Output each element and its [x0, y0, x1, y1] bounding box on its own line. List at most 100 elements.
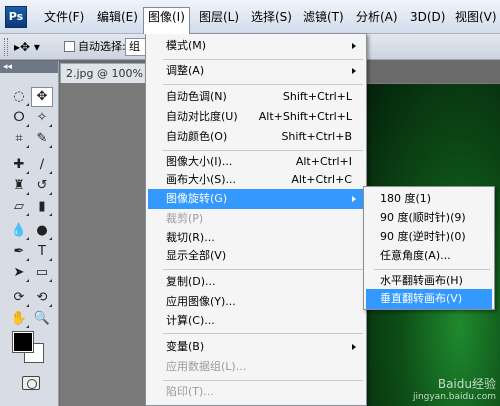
menu-item-apply-data-set-label: 应用数据组(L)...	[166, 360, 247, 373]
clone-stamp-tool-icon[interactable]: ♜	[8, 176, 30, 196]
gradient-tool-icon[interactable]: ▮	[31, 197, 53, 217]
menu-item-canvas-size[interactable]: 画布大小(S)... Alt+Ctrl+C	[148, 170, 364, 190]
menu-item-auto-contrast-label: 自动对比度(U)	[166, 110, 238, 123]
magic-wand-tool-icon[interactable]: ✧	[31, 108, 53, 128]
crop-tool-icon[interactable]: ⌗	[8, 129, 30, 149]
menu-filter[interactable]: 滤镜(T)	[299, 7, 348, 27]
submenu-arrow-icon	[352, 43, 356, 49]
dodge-tool-icon[interactable]: ●	[31, 221, 53, 241]
menu-item-trim[interactable]: 裁切(R)...	[148, 228, 364, 248]
menu-item-mode[interactable]: 模式(M)	[148, 36, 364, 56]
menu-item-duplicate-label: 复制(D)...	[166, 275, 216, 288]
submenu-arrow-icon	[352, 344, 356, 350]
3d-orbit-tool-icon[interactable]: ⟲	[31, 288, 53, 308]
menu-item-duplicate[interactable]: 复制(D)...	[148, 272, 364, 292]
menu-item-auto-tone-shortcut: Shift+Ctrl+L	[282, 90, 352, 103]
menu-item-apply-image-label: 应用图像(Y)...	[166, 295, 236, 308]
menu-item-mode-label: 模式(M)	[166, 39, 207, 52]
menu-item-trim-label: 裁切(R)...	[166, 231, 215, 244]
menu-item-image-rotation[interactable]: 图像旋转(G)	[148, 189, 364, 209]
menu-analysis[interactable]: 分析(A)	[352, 7, 402, 27]
menu-item-rotate-90-cw[interactable]: 90 度(顺时针)(9)	[366, 208, 492, 228]
auto-select-checkbox[interactable]	[64, 41, 75, 52]
menu-item-image-size[interactable]: 图像大小(I)... Alt+Ctrl+I	[148, 152, 364, 172]
menu-item-auto-tone[interactable]: 自动色调(N) Shift+Ctrl+L	[148, 87, 364, 107]
menu-item-calculations-label: 计算(C)...	[166, 314, 215, 327]
menu-item-trap: 陷印(T)...	[148, 382, 364, 402]
menu-item-apply-image[interactable]: 应用图像(Y)...	[148, 292, 364, 312]
tools-panel: ◂◂ ◌ ✥ ⵔ ✧ ⌗ ✎ ✚ ∕ ♜ ↺ ▱ ▮ 💧 ● ✒ T ➤ ▭ ⟳…	[0, 61, 59, 406]
menu-item-rotate-180[interactable]: 180 度(1)	[366, 189, 492, 209]
type-tool-icon[interactable]: T	[31, 242, 53, 262]
menu-item-apply-data-set: 应用数据组(L)...	[148, 357, 364, 377]
healing-brush-tool-icon[interactable]: ✚	[8, 155, 30, 175]
eyedropper-tool-icon[interactable]: ✎	[31, 129, 53, 149]
menu-item-crop: 裁剪(P)	[148, 209, 364, 229]
menu-item-image-rotation-label: 图像旋转(G)	[166, 192, 228, 205]
menu-item-reveal-all[interactable]: 显示全部(V)	[148, 246, 364, 266]
menu-3d[interactable]: 3D(D)	[406, 7, 449, 27]
menu-item-adjust-label: 调整(A)	[166, 64, 205, 77]
blur-tool-icon[interactable]: 💧	[8, 221, 30, 241]
photoshop-logo[interactable]: Ps	[5, 6, 27, 28]
history-brush-tool-icon[interactable]: ↺	[31, 176, 53, 196]
menu-item-arbitrary-rotate-label: 任意角度(A)...	[380, 249, 451, 262]
menu-item-auto-contrast[interactable]: 自动对比度(U) Alt+Shift+Ctrl+L	[148, 107, 364, 127]
document-tab[interactable]: 2.jpg @ 100% (图	[60, 63, 150, 83]
menu-item-image-size-label: 图像大小(I)...	[166, 155, 233, 168]
marquee-tool-icon[interactable]: ◌	[8, 87, 30, 107]
menu-item-canvas-size-shortcut: Alt+Ctrl+C	[291, 173, 352, 186]
lasso-tool-icon[interactable]: ⵔ	[8, 108, 30, 128]
menu-view[interactable]: 视图(V)	[451, 7, 500, 27]
hand-tool-icon[interactable]: ✋	[8, 309, 30, 329]
menu-item-arbitrary-rotate[interactable]: 任意角度(A)...	[366, 246, 492, 266]
menu-image[interactable]: 图像(I)	[143, 7, 190, 34]
menu-separator	[374, 269, 490, 270]
pen-tool-icon[interactable]: ✒	[8, 242, 30, 262]
menu-item-adjust[interactable]: 调整(A)	[148, 61, 364, 81]
zoom-tool-icon[interactable]: 🔍	[31, 309, 53, 329]
submenu-arrow-icon	[352, 196, 356, 202]
3d-rotate-tool-icon[interactable]: ⟳	[8, 288, 30, 308]
image-menu: 模式(M) 调整(A) 自动色调(N) Shift+Ctrl+L 自动对比度(U…	[145, 33, 367, 406]
brush-tool-icon[interactable]: ∕	[31, 155, 53, 175]
menu-layer[interactable]: 图层(L)	[195, 7, 243, 27]
menu-item-image-size-shortcut: Alt+Ctrl+I	[295, 155, 352, 168]
menu-separator	[163, 150, 363, 151]
menu-separator	[163, 380, 363, 381]
menu-item-auto-contrast-shortcut: Alt+Shift+Ctrl+L	[258, 110, 352, 123]
menu-item-reveal-all-label: 显示全部(V)	[166, 249, 227, 262]
menu-item-variables-label: 变量(B)	[166, 340, 205, 353]
menu-item-auto-color-label: 自动颜色(O)	[166, 130, 228, 143]
image-rotation-submenu: 180 度(1) 90 度(顺时针)(9) 90 度(逆时针)(0) 任意角度(…	[363, 186, 495, 310]
foreground-color-swatch[interactable]	[12, 331, 34, 353]
move-tool-icon[interactable]: ✥	[31, 87, 53, 107]
menu-item-rotate-90-ccw[interactable]: 90 度(逆时针)(0)	[366, 227, 492, 247]
menu-separator	[163, 84, 363, 85]
rectangle-tool-icon[interactable]: ▭	[31, 263, 53, 283]
quick-mask-icon[interactable]	[22, 376, 40, 390]
eraser-tool-icon[interactable]: ▱	[8, 197, 30, 217]
menu-item-auto-color-shortcut: Shift+Ctrl+B	[281, 130, 352, 143]
path-selection-tool-icon[interactable]: ➤	[8, 263, 30, 283]
menu-item-flip-horizontal-label: 水平翻转画布(H)	[380, 274, 463, 287]
move-tool-preset-icon[interactable]: ▸✥ ▾	[14, 38, 54, 56]
menu-item-auto-color[interactable]: 自动颜色(O) Shift+Ctrl+B	[148, 127, 364, 147]
menu-item-flip-vertical[interactable]: 垂直翻转画布(V)	[366, 289, 492, 309]
menu-separator	[163, 333, 363, 334]
menu-item-canvas-size-label: 画布大小(S)...	[166, 173, 237, 186]
tools-panel-header[interactable]: ◂◂	[0, 61, 58, 73]
auto-select-label: 自动选择:	[78, 40, 126, 53]
menu-item-calculations[interactable]: 计算(C)...	[148, 311, 364, 331]
menu-item-variables[interactable]: 变量(B)	[148, 337, 364, 357]
menu-file[interactable]: 文件(F)	[40, 7, 88, 27]
menu-select[interactable]: 选择(S)	[247, 7, 296, 27]
options-grip[interactable]	[4, 38, 8, 56]
menu-item-flip-vertical-label: 垂直翻转画布(V)	[380, 292, 463, 305]
watermark: Baidu经验 jingyan.baidu.com	[413, 378, 496, 404]
menu-item-flip-horizontal[interactable]: 水平翻转画布(H)	[366, 271, 492, 291]
menu-edit[interactable]: 编辑(E)	[93, 7, 142, 27]
watermark-title: Baidu经验	[437, 377, 496, 391]
menu-separator	[163, 59, 363, 60]
menu-item-rotate-180-label: 180 度(1)	[380, 192, 432, 205]
